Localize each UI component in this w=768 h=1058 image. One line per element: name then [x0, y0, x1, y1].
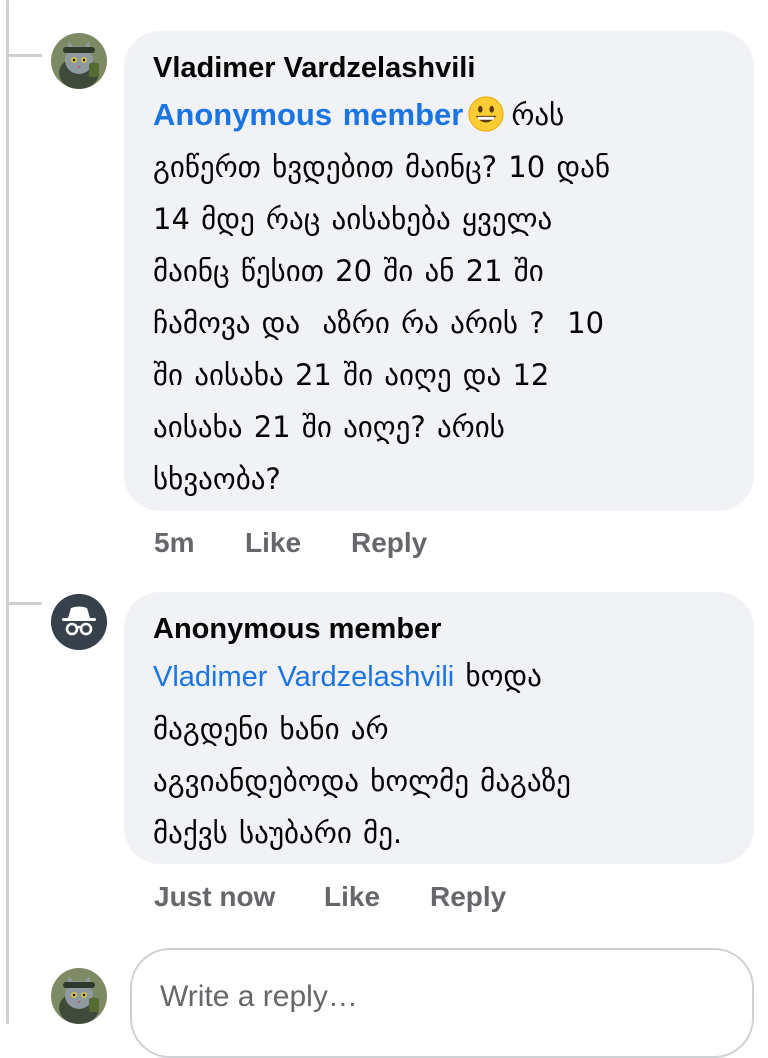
- comment-text: Vladimer Vardzelashvili ხოდა მაგდენი ხან…: [153, 650, 724, 859]
- comment-text: Anonymous member რას გიწერთ ხვდებით მაინ…: [153, 89, 724, 505]
- comment-text-line: მაგდენი ხანი არ: [153, 712, 389, 746]
- comment-text-line: სხვაობა?: [153, 462, 281, 496]
- comment-timestamp[interactable]: Just now: [154, 881, 324, 913]
- reply-button[interactable]: Reply: [430, 881, 506, 913]
- thread-line-branch-1: [6, 54, 42, 57]
- comment-text-line: აგვიანდებოდა ხოლმე მაგაზე: [153, 764, 571, 798]
- thread-line-vertical: [6, 0, 9, 1024]
- comment-text-line: ში აისახა 21 ში აიღე და 12: [153, 358, 550, 392]
- composer-avatar: [51, 968, 107, 1024]
- like-button[interactable]: Like: [245, 527, 351, 559]
- comment-text-line: რას: [511, 98, 565, 132]
- grinning-face-emoji-icon: [468, 96, 504, 132]
- thread-line-branch-2: [6, 602, 42, 605]
- like-button[interactable]: Like: [324, 881, 430, 913]
- reply-button[interactable]: Reply: [351, 527, 427, 559]
- mention-tag[interactable]: Anonymous member: [153, 97, 463, 132]
- comment-text-line: 14 მდე რაც აისახება ყველა: [153, 202, 553, 236]
- comment-text-line: აისახა 21 ში აიღე? არის: [153, 410, 505, 444]
- reply-input[interactable]: Write a reply…: [130, 948, 754, 1058]
- comment-bubble-2: Anonymous member Vladimer Vardzelashvili…: [124, 592, 754, 864]
- comment-text-line: მაქვს საუბარი მე.: [153, 816, 403, 850]
- comment-text-line: ჩამოვა და აზრი რა არის ? 10: [153, 306, 605, 340]
- comment-text-line: გიწერთ ხვდებით მაინც? 10 დან: [153, 150, 610, 184]
- mention-tag[interactable]: Vladimer Vardzelashvili: [153, 661, 454, 693]
- reply-placeholder: Write a reply…: [160, 980, 358, 1013]
- comment-text-line: ხოდა: [465, 659, 542, 693]
- comment-timestamp[interactable]: 5m: [154, 527, 245, 559]
- cat-avatar-icon: [51, 33, 107, 89]
- avatar-anonymous[interactable]: [51, 594, 107, 650]
- anonymous-incognito-icon: [51, 594, 107, 650]
- avatar-vladimer[interactable]: [51, 33, 107, 89]
- comment-text-line: მაინც წესით 20 ში ან 21 ში: [153, 254, 544, 288]
- comment-actions-2: Just now Like Reply: [154, 881, 506, 913]
- comment-author[interactable]: Anonymous member: [153, 612, 724, 646]
- comment-author[interactable]: Vladimer Vardzelashvili: [153, 51, 724, 85]
- comment-actions-1: 5m Like Reply: [154, 527, 427, 559]
- comment-bubble-1: Vladimer Vardzelashvili Anonymous member…: [124, 31, 754, 511]
- cat-avatar-icon: [51, 968, 107, 1024]
